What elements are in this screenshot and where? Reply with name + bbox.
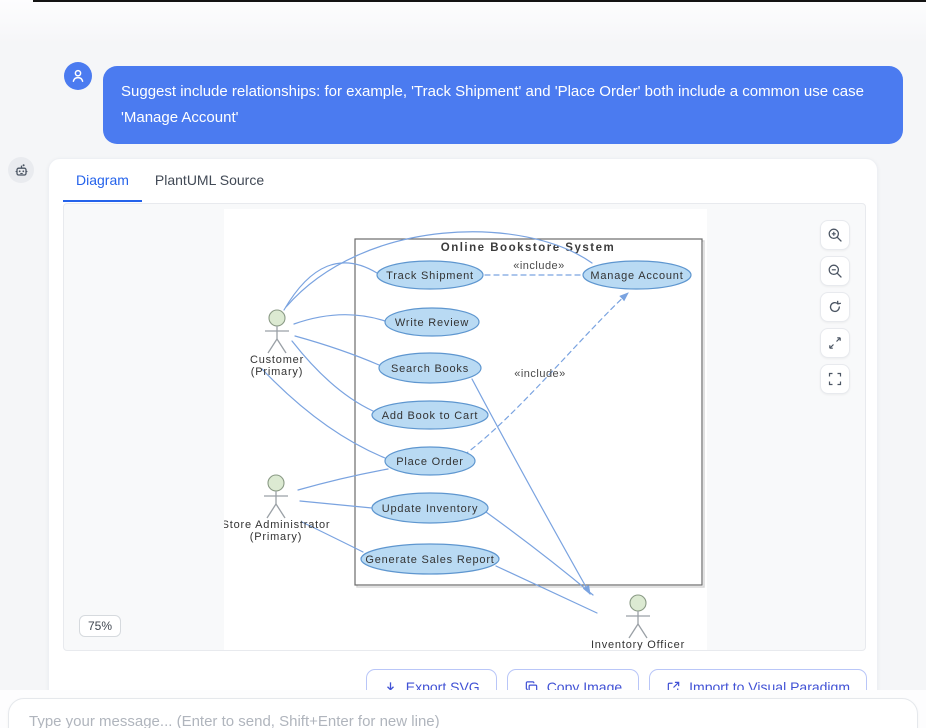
usecase-label: Track Shipment [386, 270, 474, 282]
actor-head [267, 474, 285, 492]
input-strip [0, 690, 926, 728]
zoom-out-icon [828, 264, 842, 278]
usecase-place-order[interactable]: Place Order [384, 446, 476, 476]
usecase-label: Write Review [395, 317, 469, 329]
usecase-label: Manage Account [590, 270, 683, 282]
usecase-search-books[interactable]: Search Books [378, 352, 482, 384]
fit-screen-button[interactable] [820, 328, 850, 358]
zoom-level-badge: 75% [79, 615, 122, 637]
message-input-box [8, 698, 918, 728]
tab-bar: Diagram PlantUML Source [63, 159, 277, 203]
usecase-manage-account[interactable]: Manage Account [582, 260, 692, 290]
fullscreen-icon [828, 372, 842, 386]
zoom-out-button[interactable] [820, 256, 850, 286]
zoom-in-button[interactable] [820, 220, 850, 250]
usecase-add-book-to-cart[interactable]: Add Book to Cart [371, 400, 489, 430]
tab-diagram[interactable]: Diagram [63, 159, 142, 202]
actor-role: (Primary) [250, 531, 302, 543]
diagram-canvas: Online Bookstore System «include» «include… [222, 209, 707, 651]
actor-name: Store Administrator [224, 519, 330, 531]
actor-name: Inventory Officer [591, 639, 685, 651]
zoom-controls [820, 220, 850, 400]
diagram-card: Diagram PlantUML Source Online Bookstore… [48, 158, 878, 705]
message-input[interactable] [9, 699, 917, 728]
reset-view-icon [829, 300, 842, 313]
user-message-bubble: Suggest include relationships: for examp… [103, 66, 903, 144]
usecase-label: Update Inventory [382, 503, 479, 515]
top-edge-line [33, 0, 926, 2]
include-label: «include» [514, 368, 566, 380]
actor-inventory-officer[interactable]: Inventory Officer(Secondary) [591, 594, 685, 651]
usecase-generate-sales-report[interactable]: Generate Sales Report [360, 543, 500, 575]
actor-head [268, 309, 286, 327]
bot-avatar [8, 157, 34, 183]
usecase-track-shipment[interactable]: Track Shipment [376, 260, 484, 290]
usecase-label: Search Books [391, 363, 469, 375]
usecase-write-review[interactable]: Write Review [384, 307, 480, 337]
actor-head [629, 594, 647, 612]
actor-name: Customer [250, 354, 304, 366]
usecase-label: Place Order [396, 456, 464, 468]
actor-customer[interactable]: Customer(Primary) [250, 309, 304, 378]
reset-view-button[interactable] [820, 292, 850, 322]
robot-icon [15, 163, 27, 176]
actor-role: (Primary) [251, 366, 303, 378]
usecase-label: Add Book to Cart [382, 410, 479, 422]
diagram-viewport[interactable]: Online Bookstore System «include» «include… [63, 203, 866, 651]
usecase-diagram: Online Bookstore System «include» «include… [222, 231, 705, 651]
include-label: «include» [513, 260, 565, 272]
fullscreen-button[interactable] [820, 364, 850, 394]
fit-screen-icon [829, 337, 841, 349]
usecase-label: Generate Sales Report [365, 554, 494, 566]
usecase-update-inventory[interactable]: Update Inventory [371, 492, 489, 524]
person-icon [72, 69, 84, 82]
zoom-in-icon [828, 228, 842, 242]
tab-plantuml-source[interactable]: PlantUML Source [142, 159, 277, 202]
system-boundary-title: Online Bookstore System [441, 242, 615, 254]
user-avatar [64, 62, 92, 90]
